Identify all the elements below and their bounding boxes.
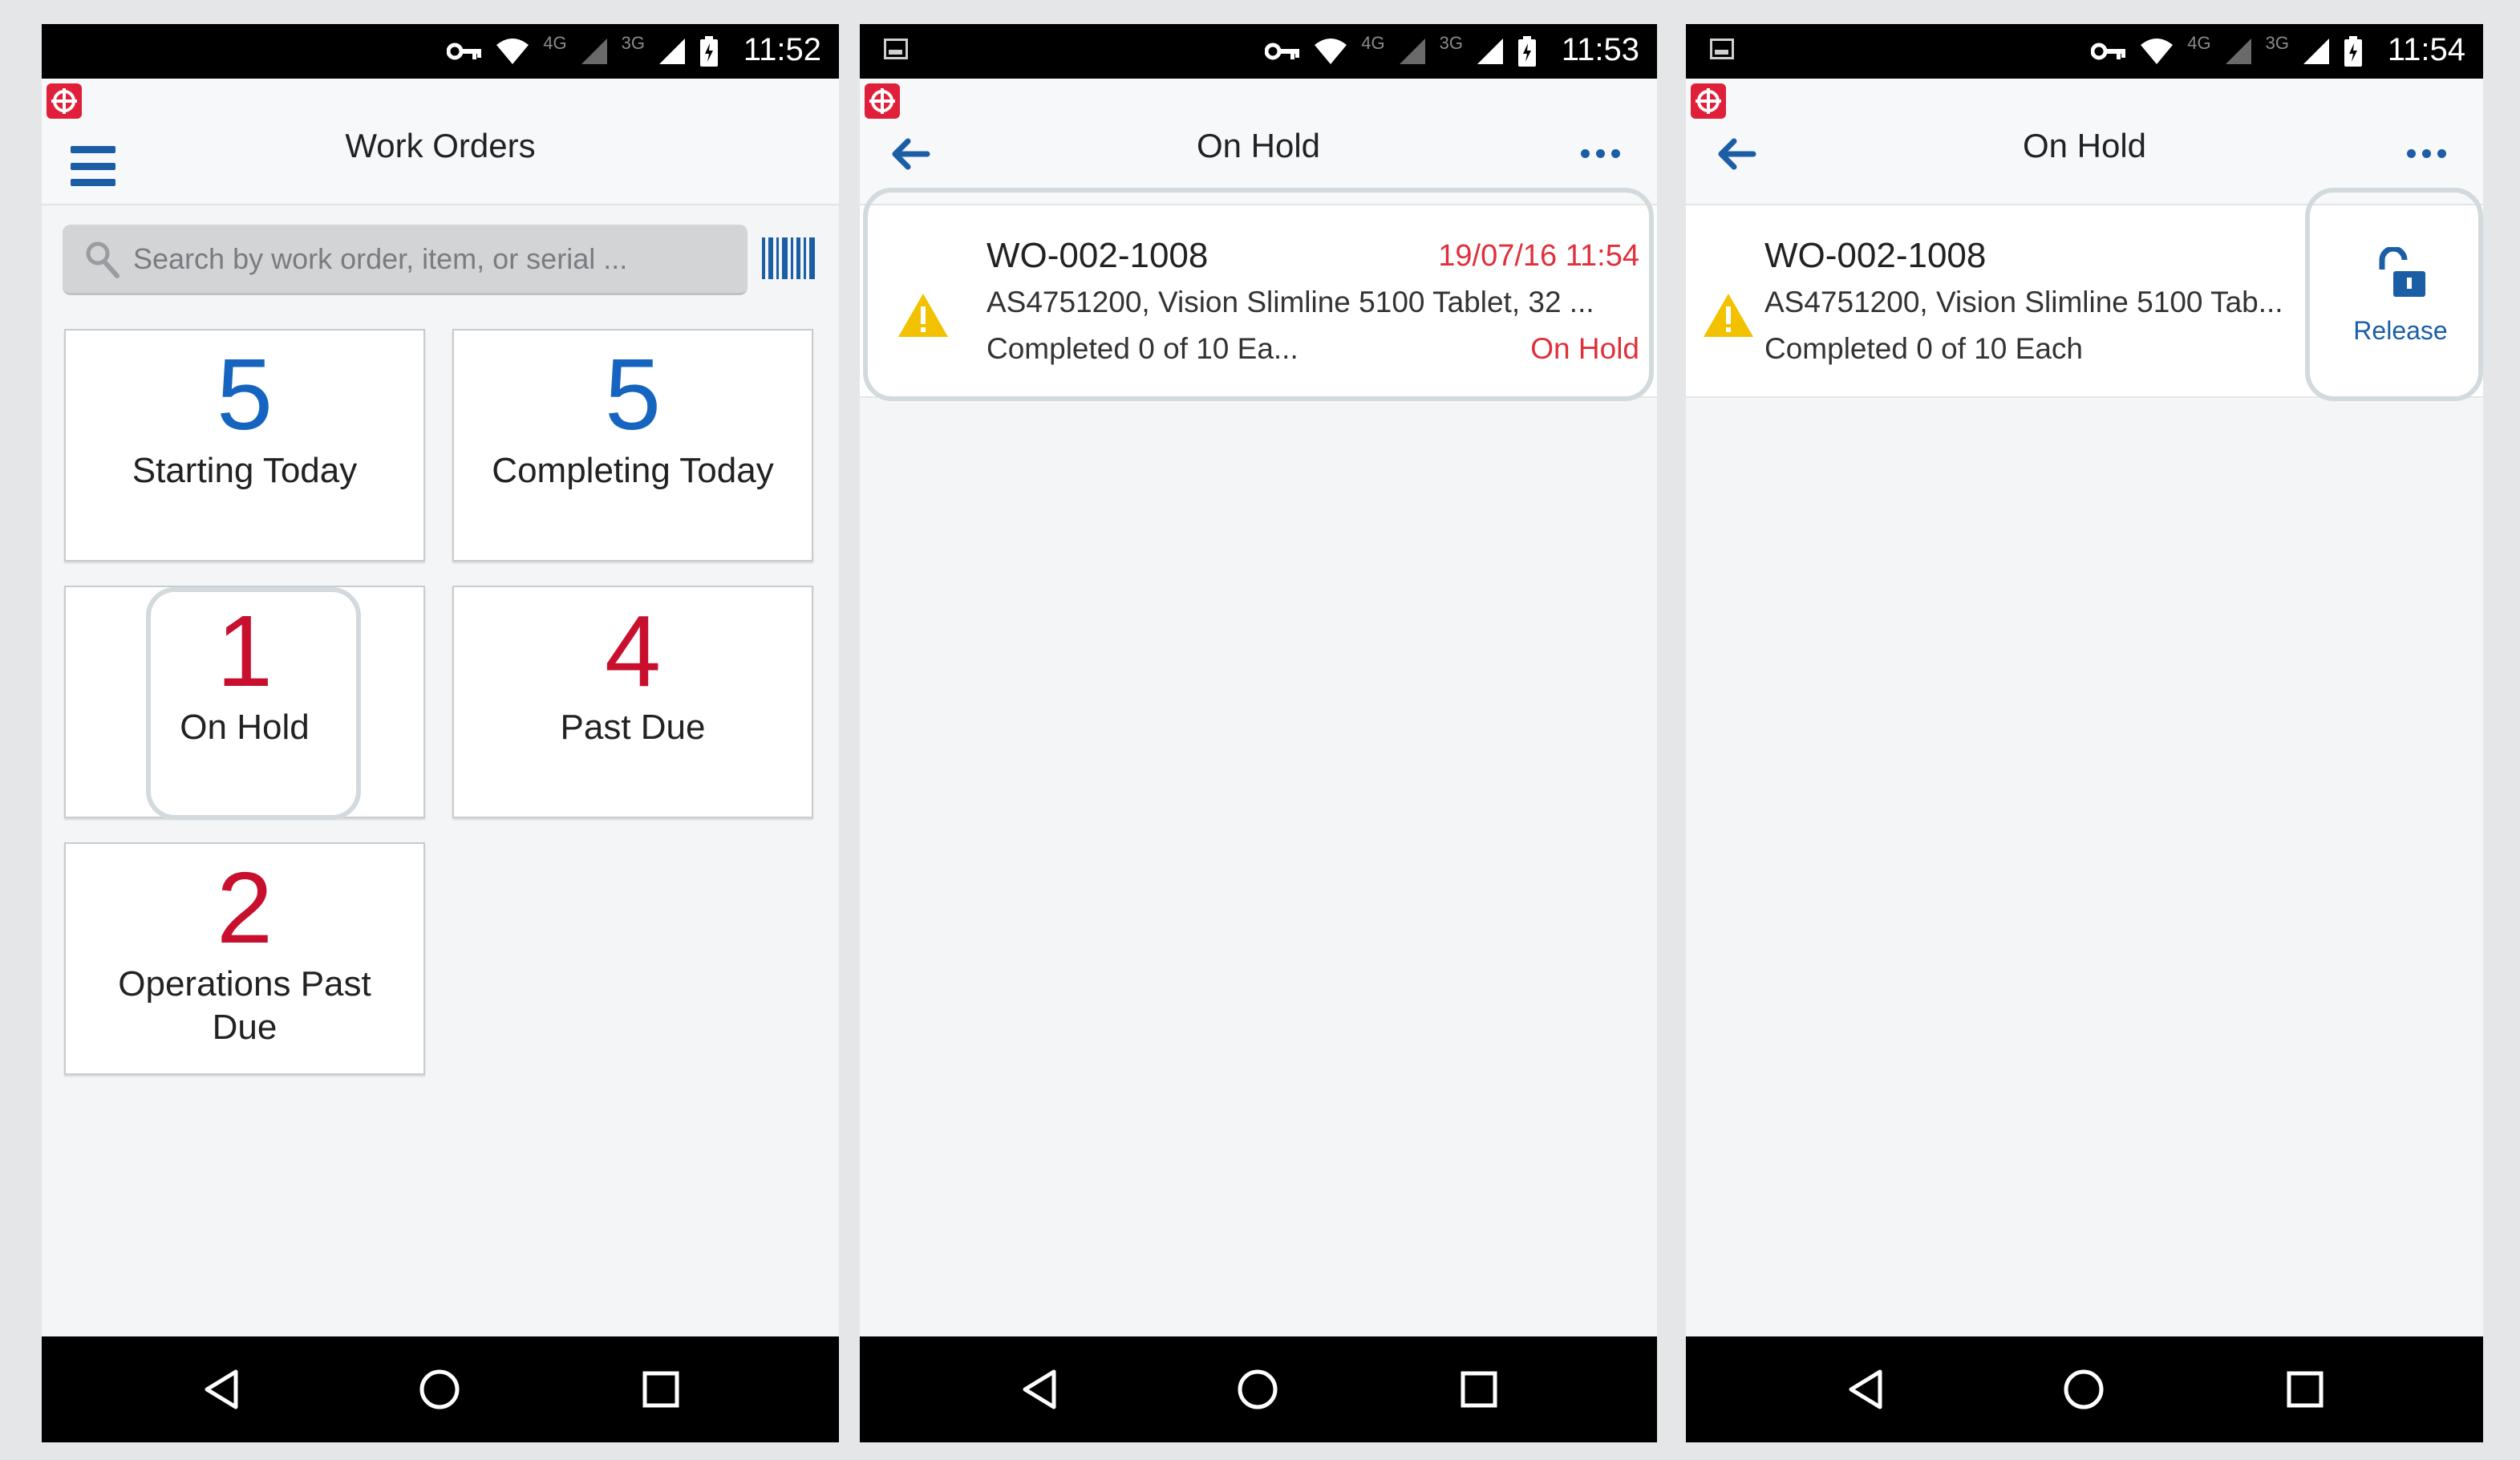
- page-title: On Hold: [1196, 127, 1321, 164]
- tile-label: Completing Today: [492, 451, 774, 490]
- signal-icon: [659, 39, 685, 64]
- status-badge: On Hold: [1530, 332, 1639, 365]
- network-4g-label: 4G: [1361, 33, 1385, 53]
- tile-count: 4: [604, 594, 662, 708]
- tile-count: 2: [216, 851, 273, 964]
- app-bar: On Hold: [1686, 79, 2483, 205]
- status-time: 11:52: [743, 32, 821, 67]
- signal-icon: [1477, 39, 1503, 64]
- search-input[interactable]: [132, 225, 728, 294]
- network-3g-label: 3G: [2265, 33, 2289, 53]
- tile-completing-today[interactable]: 5 Completing Today: [452, 329, 813, 562]
- page-title: Work Orders: [345, 127, 536, 164]
- release-label: Release: [2353, 316, 2448, 345]
- app-bar: On Hold: [860, 79, 1657, 205]
- network-3g-label: 3G: [1439, 33, 1463, 53]
- tile-label: On Hold: [180, 708, 310, 747]
- app-logo-icon: [865, 83, 900, 119]
- key-icon: [2091, 43, 2126, 60]
- tile-starting-today[interactable]: 5 Starting Today: [64, 329, 425, 562]
- image-notification-icon: [1710, 39, 1734, 59]
- status-bar: 4G 3G 11:52: [42, 24, 839, 79]
- tile-count: 5: [604, 338, 662, 451]
- signal-icon: [1399, 39, 1425, 64]
- network-3g-label: 3G: [621, 33, 645, 53]
- app-logo-icon: [1691, 83, 1726, 119]
- page-title: On Hold: [2022, 127, 2147, 164]
- android-nav-bar: [860, 1336, 1657, 1442]
- work-order-number: WO-002-1008: [987, 236, 1209, 275]
- warning-icon: [898, 294, 948, 337]
- wifi-icon: [1315, 39, 1347, 64]
- network-4g-label: 4G: [2187, 33, 2211, 53]
- barcode-icon[interactable]: [762, 237, 816, 279]
- wifi-icon: [2141, 39, 2174, 64]
- release-button[interactable]: Release: [2318, 205, 2483, 396]
- work-order-item: AS4751200, Vision Slimline 5100 Tablet, …: [987, 286, 1594, 318]
- screen-on-hold-release: 4G 3G 11:54 On Hold WO-002-1008 AS475120…: [1686, 24, 2483, 1442]
- tile-on-hold[interactable]: 1 On Hold: [64, 586, 425, 818]
- screen-on-hold-list: 4G 3G 11:53 On Hold WO-002-1008 19/07/16…: [860, 24, 1657, 1442]
- key-icon: [1265, 43, 1300, 60]
- app-logo-icon: [47, 83, 82, 119]
- nav-home-icon[interactable]: [2061, 1367, 2106, 1412]
- status-bar: 4G 3G 11:53: [860, 24, 1657, 79]
- app-bar: Work Orders: [42, 79, 839, 205]
- search-icon: [86, 241, 120, 278]
- status-time: 11:53: [1561, 32, 1639, 67]
- work-order-row[interactable]: WO-002-1008 19/07/16 11:54 AS4751200, Vi…: [860, 205, 1657, 398]
- tile-label: Operations Past Due: [66, 963, 423, 1049]
- android-nav-bar: [1686, 1336, 2483, 1442]
- nav-home-icon[interactable]: [417, 1367, 462, 1412]
- nav-recent-icon[interactable]: [1456, 1367, 1501, 1412]
- signal-icon: [2303, 39, 2329, 64]
- status-time: 11:54: [2387, 32, 2465, 67]
- android-nav-bar: [42, 1336, 839, 1442]
- tile-label-line: Operations Past: [118, 964, 371, 1004]
- battery-icon: [1518, 36, 1536, 67]
- search-bar[interactable]: [63, 225, 747, 295]
- tile-past-due[interactable]: 4 Past Due: [452, 586, 813, 818]
- nav-recent-icon[interactable]: [638, 1367, 683, 1412]
- work-order-date: 19/07/16 11:54: [1438, 239, 1639, 273]
- image-notification-icon: [884, 39, 908, 59]
- work-order-number: WO-002-1008: [1764, 236, 1987, 275]
- more-icon[interactable]: [1581, 149, 1620, 158]
- more-icon[interactable]: [2407, 149, 2446, 158]
- screen-work-orders: 4G 3G 11:52 Work Orders 5 Starting Today…: [42, 24, 839, 1442]
- signal-icon: [2225, 39, 2251, 64]
- work-order-item: AS4751200, Vision Slimline 5100 Tab...: [1764, 286, 2283, 318]
- key-icon: [447, 43, 482, 60]
- tile-label: Past Due: [560, 708, 706, 747]
- work-order-completed: Completed 0 of 10 Each: [1764, 332, 2083, 365]
- tile-count: 1: [216, 594, 273, 708]
- network-4g-label: 4G: [543, 33, 567, 53]
- tile-count: 5: [216, 338, 273, 451]
- nav-back-icon[interactable]: [1843, 1367, 1888, 1412]
- work-order-row[interactable]: WO-002-1008 AS4751200, Vision Slimline 5…: [1686, 205, 2483, 398]
- nav-home-icon[interactable]: [1235, 1367, 1280, 1412]
- work-order-completed: Completed 0 of 10 Ea...: [987, 332, 1298, 365]
- nav-back-icon[interactable]: [1017, 1367, 1062, 1412]
- wifi-icon: [496, 39, 529, 64]
- nav-back-icon[interactable]: [199, 1367, 244, 1412]
- tile-label: Starting Today: [132, 451, 358, 490]
- unlock-icon: [2379, 247, 2425, 297]
- signal-icon: [581, 39, 607, 64]
- nav-recent-icon[interactable]: [2283, 1367, 2328, 1412]
- warning-icon: [1704, 294, 1753, 337]
- battery-icon: [700, 36, 718, 67]
- battery-icon: [2344, 36, 2362, 67]
- status-bar: 4G 3G 11:54: [1686, 24, 2483, 79]
- tile-label-line: Due: [212, 1008, 278, 1047]
- tile-operations-past-due[interactable]: 2 Operations Past Due: [64, 842, 425, 1075]
